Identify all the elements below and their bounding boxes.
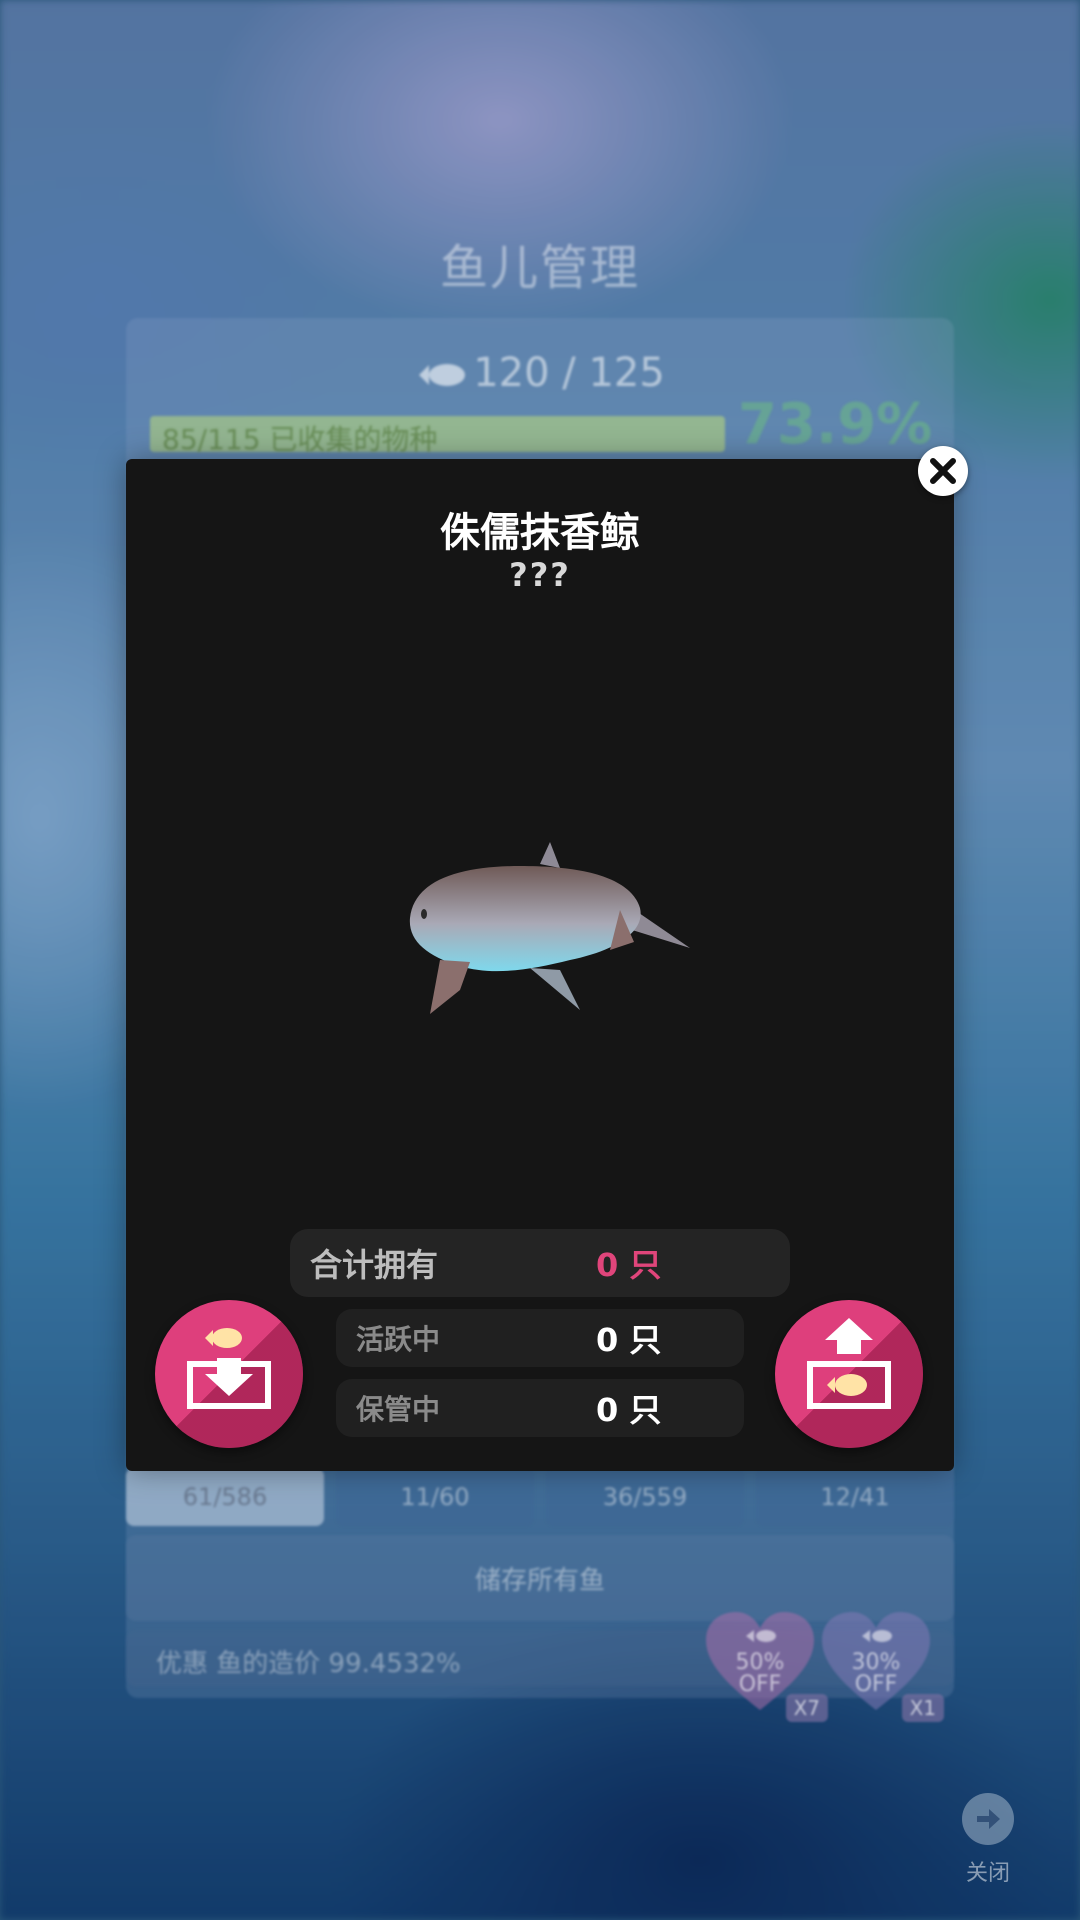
arrow-right-circle-icon xyxy=(962,1793,1014,1845)
fish-count-text: 120 / 125 xyxy=(473,350,665,396)
total-owned-label: 合计拥有 xyxy=(310,1246,439,1284)
close-dialog-button[interactable] xyxy=(918,446,968,496)
category-tabs: 61/586 11/60 36/559 12/41 xyxy=(126,1468,954,1526)
whale-3d-model xyxy=(409,842,690,1014)
collection-progress-text: 85/115 已收集的物种 xyxy=(162,423,438,456)
exit-label: 关闭 xyxy=(965,1861,1010,1886)
coupon-label: 30% OFF xyxy=(820,1652,932,1696)
category-tab[interactable]: 12/41 xyxy=(756,1468,954,1526)
coupon-label-text: 50% OFF xyxy=(735,1650,785,1697)
coupon-label-text: 30% OFF xyxy=(851,1650,901,1697)
fish-count: 120 / 125 xyxy=(0,350,1080,396)
close-icon xyxy=(930,458,956,484)
total-owned-value: 0 只 xyxy=(596,1246,662,1284)
stored-row: 保管中 0 只 xyxy=(336,1379,744,1437)
active-label: 活跃中 xyxy=(356,1323,441,1356)
fish-name: 侏儒抹香鲸 xyxy=(440,510,640,556)
fish-icon xyxy=(419,364,466,386)
stored-label: 保管中 xyxy=(356,1393,441,1426)
fish-out-of-tray-icon xyxy=(807,1318,891,1409)
store-all-fish-button[interactable]: 储存所有鱼 xyxy=(126,1535,954,1621)
coupon-count-badge: X1 xyxy=(901,1694,944,1722)
coupon-50-off[interactable]: 50% OFF X7 xyxy=(704,1610,828,1722)
collection-percent: 73.9% xyxy=(738,392,933,457)
exit-button[interactable]: 关闭 xyxy=(960,1793,1016,1887)
category-tab[interactable]: 36/559 xyxy=(546,1468,744,1526)
page-title: 鱼儿管理 xyxy=(439,240,640,296)
coupon-30-off[interactable]: 30% OFF X1 xyxy=(820,1610,944,1722)
stored-value: 0 只 xyxy=(596,1391,662,1429)
active-row: 活跃中 0 只 xyxy=(336,1309,744,1367)
fish-subtitle: ??? xyxy=(509,556,571,594)
coupon-label: 50% OFF xyxy=(704,1652,816,1696)
category-tab[interactable]: 61/586 xyxy=(126,1468,324,1526)
store-fish-button[interactable] xyxy=(155,1300,303,1448)
fish-into-tray-icon xyxy=(187,1328,271,1409)
release-fish-button[interactable] xyxy=(775,1300,923,1448)
category-tab[interactable]: 11/60 xyxy=(336,1468,534,1526)
total-owned-row: 合计拥有 0 只 xyxy=(290,1229,790,1297)
discount-text: 优惠 鱼的造价 99.4532% xyxy=(156,1649,461,1679)
active-value: 0 只 xyxy=(596,1321,662,1359)
